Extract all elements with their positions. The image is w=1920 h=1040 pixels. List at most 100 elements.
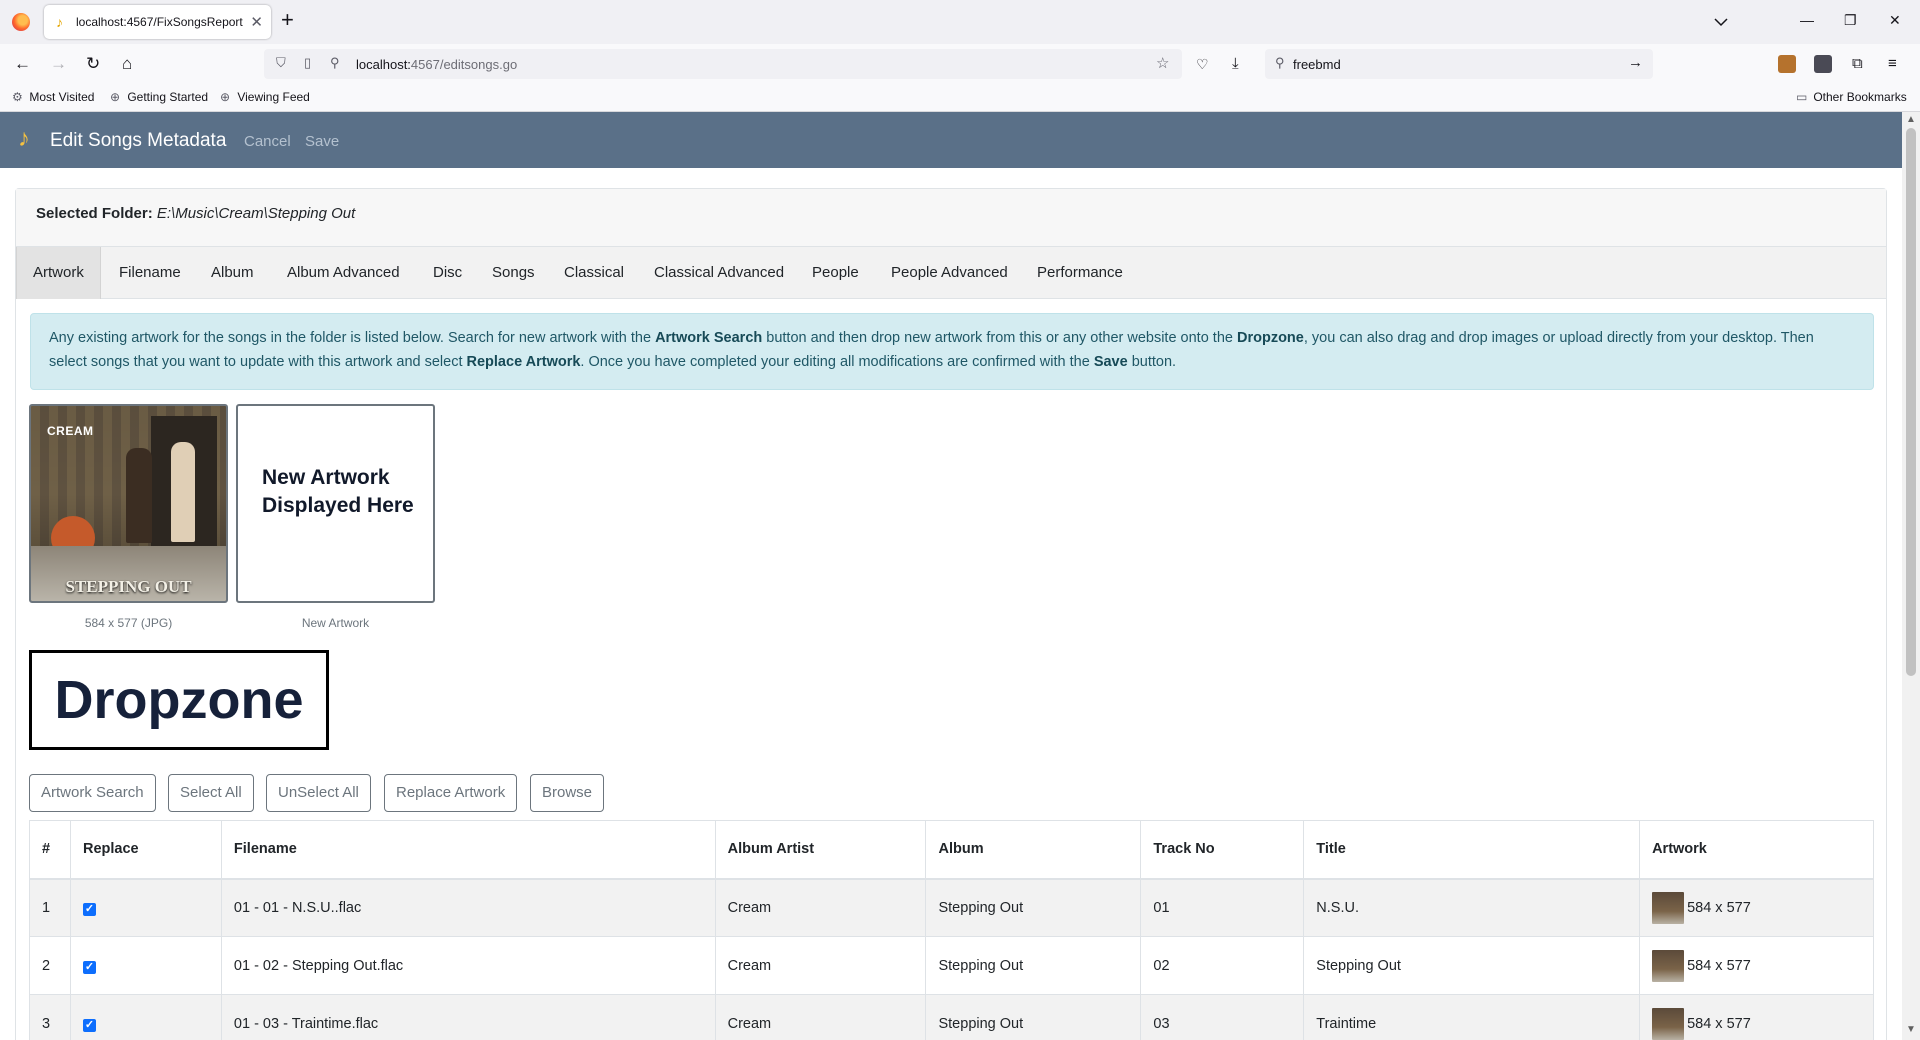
save-link[interactable]: Save — [305, 133, 339, 150]
bookmark-star-icon[interactable]: ☆ — [1156, 54, 1169, 72]
globe-icon: ⊕ — [110, 90, 121, 104]
other-bookmarks[interactable]: ▭ Other Bookmarks — [1796, 90, 1907, 104]
browse-button[interactable]: Browse — [530, 774, 605, 812]
tab-disc[interactable]: Disc — [433, 247, 462, 299]
tab-songs[interactable]: Songs — [492, 247, 535, 299]
track-no-cell: 01 — [1140, 878, 1305, 937]
gear-icon: ⚙ — [12, 90, 23, 104]
firefox-logo-icon[interactable] — [12, 13, 30, 31]
tab-classical-advanced[interactable]: Classical Advanced — [654, 247, 784, 299]
select-all-button[interactable]: Select All — [168, 774, 254, 812]
table-header-row: # Replace Filename Album Artist Album Tr… — [29, 820, 1874, 880]
tab-artwork[interactable]: Artwork — [16, 247, 101, 299]
artwork-cell: 584 x 577 — [1639, 878, 1874, 937]
bookmark-most-visited[interactable]: ⚙ Most Visited — [12, 90, 94, 104]
existing-artwork-image[interactable]: CREAM STEPPING OUT — [29, 404, 228, 603]
cover-band-text: CREAM — [47, 424, 94, 438]
album-cell: Stepping Out — [925, 878, 1142, 937]
search-input[interactable]: freebmd — [1293, 57, 1341, 72]
permissions-icon[interactable]: ⚲ — [330, 55, 340, 71]
back-icon[interactable]: ← — [14, 54, 31, 74]
info-text: button. — [1127, 354, 1177, 370]
tab-people[interactable]: People — [812, 247, 859, 299]
filename-cell: 01 - 03 - Traintime.flac — [220, 994, 716, 1040]
col-header-title[interactable]: Title — [1303, 820, 1641, 880]
url-text[interactable]: localhost:4567/editsongs.go — [356, 57, 517, 72]
replace-checkbox[interactable]: ✓ — [82, 902, 96, 916]
table-row[interactable]: 2 ✓ 01 - 02 - Stepping Out.flac Cream St… — [29, 936, 1874, 995]
url-host: localhost: — [356, 57, 411, 72]
menu-icon[interactable]: ≡ — [1888, 54, 1897, 74]
new-artwork-placeholder[interactable]: New Artwork Displayed Here — [236, 404, 435, 603]
col-header-album-artist[interactable]: Album Artist — [714, 820, 927, 880]
new-tab-icon[interactable]: + — [281, 9, 294, 31]
bookmark-getting-started[interactable]: ⊕ Getting Started — [110, 90, 208, 104]
col-header-album[interactable]: Album — [925, 820, 1142, 880]
restore-icon[interactable]: ❐ — [1844, 12, 1857, 29]
close-tab-icon[interactable]: ✕ — [250, 13, 263, 31]
filename-cell: 01 - 02 - Stepping Out.flac — [220, 936, 716, 995]
cancel-link[interactable]: Cancel — [244, 133, 291, 150]
table-row[interactable]: 1 ✓ 01 - 01 - N.S.U..flac Cream Stepping… — [29, 878, 1874, 937]
search-bar[interactable]: ⚲ freebmd → — [1265, 49, 1653, 79]
extensions-puzzle-icon[interactable]: ⧉ — [1852, 54, 1863, 74]
col-header-filename[interactable]: Filename — [220, 820, 716, 880]
artwork-thumbnail[interactable] — [1652, 891, 1685, 924]
col-header-replace[interactable]: Replace — [69, 820, 222, 880]
scroll-thumb[interactable] — [1906, 128, 1916, 676]
address-bar[interactable]: ⛉ ▯ ⚲ localhost:4567/editsongs.go ☆ — [264, 49, 1182, 79]
col-header-artwork[interactable]: Artwork — [1639, 820, 1874, 880]
replace-checkbox[interactable]: ✓ — [82, 1018, 96, 1032]
forward-icon[interactable]: → — [50, 54, 67, 74]
tab-filename[interactable]: Filename — [119, 247, 181, 299]
home-icon[interactable]: ⌂ — [122, 54, 132, 74]
col-header-number[interactable]: # — [29, 820, 71, 880]
downloads-icon[interactable]: ⤓ — [1232, 54, 1239, 74]
replace-cell: ✓ — [69, 994, 222, 1040]
title-cell: N.S.U. — [1303, 878, 1641, 937]
scroll-down-icon[interactable]: ▼ — [1906, 1024, 1916, 1035]
artwork-thumbnail[interactable] — [1652, 1007, 1685, 1040]
tab-album[interactable]: Album — [211, 247, 254, 299]
tab-classical[interactable]: Classical — [564, 247, 624, 299]
scroll-up-icon[interactable]: ▲ — [1906, 114, 1916, 125]
artwork-thumbnail[interactable] — [1652, 949, 1685, 982]
search-go-icon[interactable]: → — [1628, 54, 1643, 71]
chevron-down-icon[interactable] — [1714, 14, 1728, 30]
tab-performance[interactable]: Performance — [1037, 247, 1123, 299]
folder-icon: ▭ — [1796, 90, 1808, 104]
selenium-extension-icon[interactable] — [1814, 55, 1832, 73]
music-note-icon: ♪ — [56, 14, 63, 30]
tab-album-advanced[interactable]: Album Advanced — [287, 247, 400, 299]
pocket-icon[interactable]: ♡ — [1196, 54, 1209, 74]
songs-table: # Replace Filename Album Artist Album Tr… — [29, 820, 1874, 1040]
tab-people-advanced[interactable]: People Advanced — [891, 247, 1008, 299]
page-scrollbar[interactable]: ▲ ▼ — [1902, 112, 1920, 1040]
unselect-all-button[interactable]: UnSelect All — [266, 774, 371, 812]
bookmark-viewing-feed[interactable]: ⊕ Viewing Feed — [220, 90, 310, 104]
music-note-logo-icon: ♪ — [18, 125, 30, 152]
minimize-icon[interactable]: — — [1800, 12, 1814, 28]
bookmark-label: Other Bookmarks — [1813, 90, 1907, 104]
table-row[interactable]: 3 ✓ 01 - 03 - Traintime.flac Cream Stepp… — [29, 994, 1874, 1040]
reload-icon[interactable]: ↻ — [86, 54, 100, 74]
browser-tab[interactable]: ♪ localhost:4567/FixSongsReport ✕ — [44, 5, 271, 39]
tab-bar: Artwork Filename Album Album Advanced Di… — [16, 247, 1886, 299]
page-icon[interactable]: ▯ — [304, 55, 311, 71]
new-artwork-caption: New Artwork — [301, 616, 370, 630]
col-header-track-no[interactable]: Track No — [1140, 820, 1305, 880]
browser-toolbar: ← → ↻ ⌂ ⛉ ▯ ⚲ localhost:4567/editsongs.g… — [0, 44, 1920, 84]
browser-tab-strip: ♪ localhost:4567/FixSongsReport ✕ + — ❐ … — [0, 0, 1920, 44]
artwork-search-button[interactable]: Artwork Search — [29, 774, 156, 812]
bookmark-label: Viewing Feed — [237, 90, 310, 104]
replace-checkbox[interactable]: ✓ — [82, 960, 96, 974]
replace-artwork-button[interactable]: Replace Artwork — [384, 774, 518, 812]
app-title[interactable]: Edit Songs Metadata — [50, 130, 226, 152]
track-no-cell: 03 — [1140, 994, 1305, 1040]
shield-icon[interactable]: ⛉ — [276, 55, 286, 71]
dropzone[interactable]: Dropzone — [29, 650, 329, 750]
new-artwork-placeholder-text: New Artwork Displayed Here — [238, 464, 433, 520]
close-window-icon[interactable]: ✕ — [1889, 12, 1901, 29]
extension-icon[interactable] — [1778, 55, 1796, 73]
row-number: 3 — [29, 994, 71, 1040]
